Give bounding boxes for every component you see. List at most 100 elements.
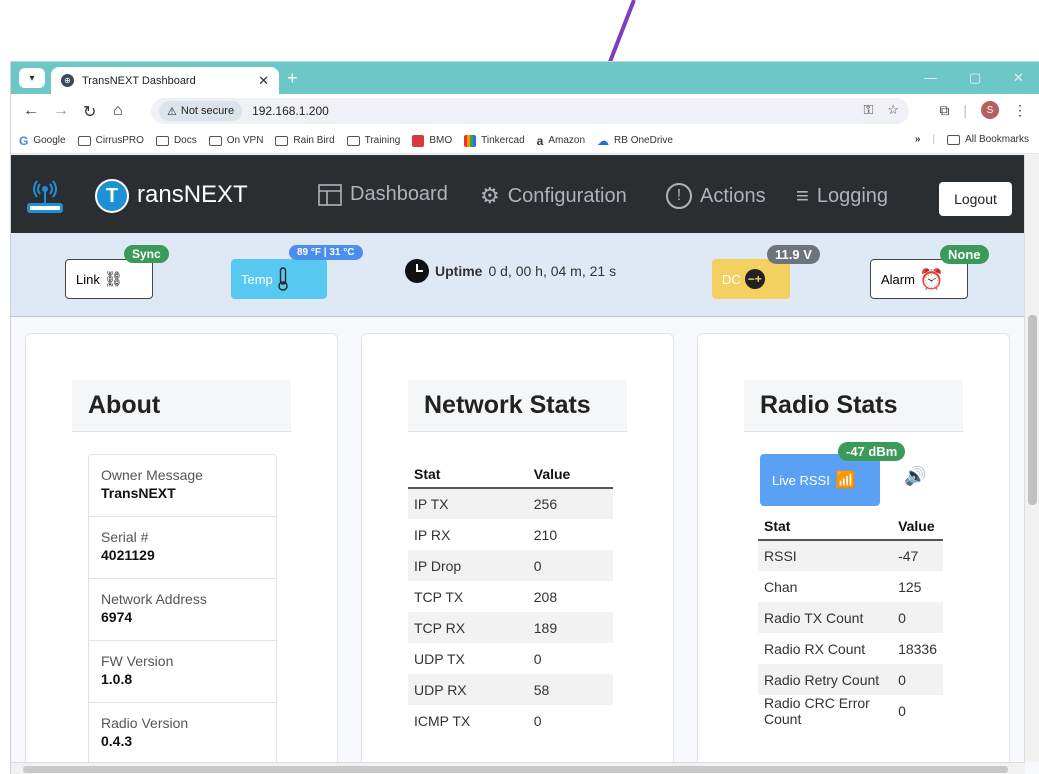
horizontal-scroll-thumb[interactable] [23, 766, 1008, 773]
about-item-label: Network Address [101, 591, 207, 607]
close-icon[interactable]: ✕ [258, 73, 269, 89]
link-status-card[interactable]: Link ⛓ [65, 259, 153, 299]
back-icon[interactable]: ← [23, 102, 39, 120]
page-content: T ransNEXT Dashboard ⚙ Configuration ! A… [11, 155, 1025, 762]
bookmark-google[interactable]: G Google [19, 134, 66, 148]
bmo-icon [412, 134, 425, 147]
bookmark-tinkercad[interactable]: Tinkercad [464, 134, 525, 147]
gear-icon: ⚙ [480, 183, 500, 208]
nav-logging[interactable]: ≡ Logging [796, 183, 888, 209]
stat-value: 210 [527, 519, 613, 550]
dc-status-card[interactable]: DC −+ [712, 259, 790, 299]
radio-stats-table: Stat Value RSSI -47 Chan 125 Radio TX Coun… [758, 512, 943, 727]
all-bookmarks[interactable]: All Bookmarks [947, 134, 1029, 145]
network-stats-title: Network Stats [408, 380, 627, 432]
nav-dashboard[interactable]: Dashboard [318, 183, 448, 206]
bookmark-amazon[interactable]: a Amazon [537, 134, 585, 148]
nav-label: Actions [700, 184, 766, 207]
bookmark-rb-onedrive[interactable]: ☁ RB OneDrive [597, 134, 673, 148]
live-rssi-button[interactable]: Live RSSI 📶 [760, 454, 880, 506]
avatar[interactable]: S [981, 101, 999, 119]
nav-actions[interactable]: ! Actions [666, 183, 766, 209]
stat-name: IP Drop [408, 550, 528, 581]
bookmark-rain-bird[interactable]: Rain Bird [275, 135, 335, 146]
exclamation-circle-icon: ! [666, 183, 692, 209]
stat-name: Chan [758, 571, 893, 602]
folder-icon [77, 135, 91, 146]
vertical-scrollbar[interactable] [1024, 155, 1039, 762]
brand-logo[interactable]: T [95, 179, 129, 213]
address-bar[interactable]: ⚠ Not secure 192.168.1.200 ⚿ ☆ [151, 98, 909, 124]
bookmark-on-vpn[interactable]: On VPN [208, 135, 264, 146]
more-menu-icon[interactable]: ⋮ [1013, 102, 1027, 119]
screenshot-root: ▾ ⊕ TransNEXT Dashboard ✕ + — ▢ ✕ ← → ↻ … [0, 0, 1039, 774]
dc-status-badge: 11.9 V [767, 245, 820, 264]
folder-icon [346, 135, 360, 146]
bookmark-label: Tinkercad [481, 135, 525, 146]
star-icon[interactable]: ☆ [887, 102, 899, 118]
tab-transnext-dashboard[interactable]: ⊕ TransNEXT Dashboard ✕ [51, 67, 279, 94]
about-item-label: Serial # [101, 529, 149, 545]
alarm-status-card[interactable]: Alarm ⏰ [870, 259, 968, 299]
tab-search-button[interactable]: ▾ [19, 68, 45, 88]
maximize-icon[interactable]: ▢ [969, 70, 981, 86]
vertical-scroll-thumb[interactable] [1028, 315, 1037, 505]
extensions-icon[interactable]: ⧉ [939, 102, 949, 119]
forward-icon[interactable]: → [53, 102, 69, 120]
about-item-value: 0.4.3 [101, 733, 133, 749]
minimize-icon[interactable]: — [924, 70, 937, 85]
bookmarks-divider: | [932, 134, 936, 145]
stat-name: Radio TX Count [758, 602, 893, 633]
radio-stats-title: Radio Stats [744, 380, 963, 432]
bookmark-label: On VPN [226, 135, 264, 146]
horizontal-scrollbar[interactable] [11, 762, 1025, 774]
clock-icon [405, 259, 429, 283]
key-icon[interactable]: ⚿ [863, 102, 873, 118]
tinkercad-icon [464, 134, 477, 147]
nav-configuration[interactable]: ⚙ Configuration [480, 183, 627, 209]
table-row: Radio Retry Count 0 [758, 664, 943, 695]
list-item: Owner Message TransNEXT [89, 455, 276, 517]
logout-button[interactable]: Logout [939, 182, 1012, 216]
menu-lines-icon: ≡ [796, 183, 809, 208]
stat-name: Radio Retry Count [758, 664, 893, 695]
bookmark-training[interactable]: Training [346, 135, 400, 146]
stat-value: 208 [527, 581, 613, 612]
bookmark-label: RB OneDrive [614, 135, 673, 146]
column-header-stat: Stat [758, 512, 893, 541]
folder-icon [155, 135, 169, 146]
globe-icon: ⊕ [61, 74, 74, 87]
column-header-value: Value [892, 512, 943, 541]
all-bookmarks-label: All Bookmarks [965, 134, 1029, 145]
about-item-value: 4021129 [101, 547, 155, 563]
security-indicator[interactable]: ⚠ Not secure [159, 101, 243, 121]
url-text: 192.168.1.200 [252, 104, 329, 118]
google-icon: G [19, 133, 29, 148]
stat-value: 0 [892, 664, 943, 695]
close-window-icon[interactable]: ✕ [1013, 70, 1024, 86]
stat-value: 256 [527, 488, 613, 519]
new-tab-button[interactable]: + [287, 68, 298, 89]
table-row: Radio TX Count 0 [758, 602, 943, 633]
nav-label: Dashboard [350, 183, 448, 205]
cloud-icon: ☁ [597, 133, 610, 148]
bookmark-cirruspro[interactable]: CirrusPRO [77, 135, 144, 146]
bookmark-docs[interactable]: Docs [155, 135, 197, 146]
nav-label: Logging [816, 184, 889, 207]
list-item: FW Version 1.0.8 [89, 641, 276, 703]
home-icon[interactable]: ⌂ [113, 102, 123, 120]
bookmark-bmo[interactable]: BMO [412, 134, 452, 147]
temp-status-badge: 89 °F | 31 °C [289, 245, 363, 260]
security-label: Not secure [180, 105, 235, 117]
alarm-clock-icon: ⏰ [918, 268, 944, 291]
folder-icon [947, 134, 961, 145]
temp-status-card[interactable]: Temp [231, 259, 327, 299]
wifi-icon: 📶 [835, 472, 856, 489]
speaker-icon[interactable]: 🔊 [904, 466, 926, 487]
more-bookmarks-icon[interactable]: » [915, 134, 921, 145]
app-navbar: T ransNEXT Dashboard ⚙ Configuration ! A… [11, 155, 1025, 233]
link-label: Link [76, 271, 100, 287]
brand-name[interactable]: ransNEXT [137, 181, 248, 209]
list-item: Network Address 6974 [89, 579, 276, 641]
reload-icon[interactable]: ↻ [83, 102, 96, 122]
